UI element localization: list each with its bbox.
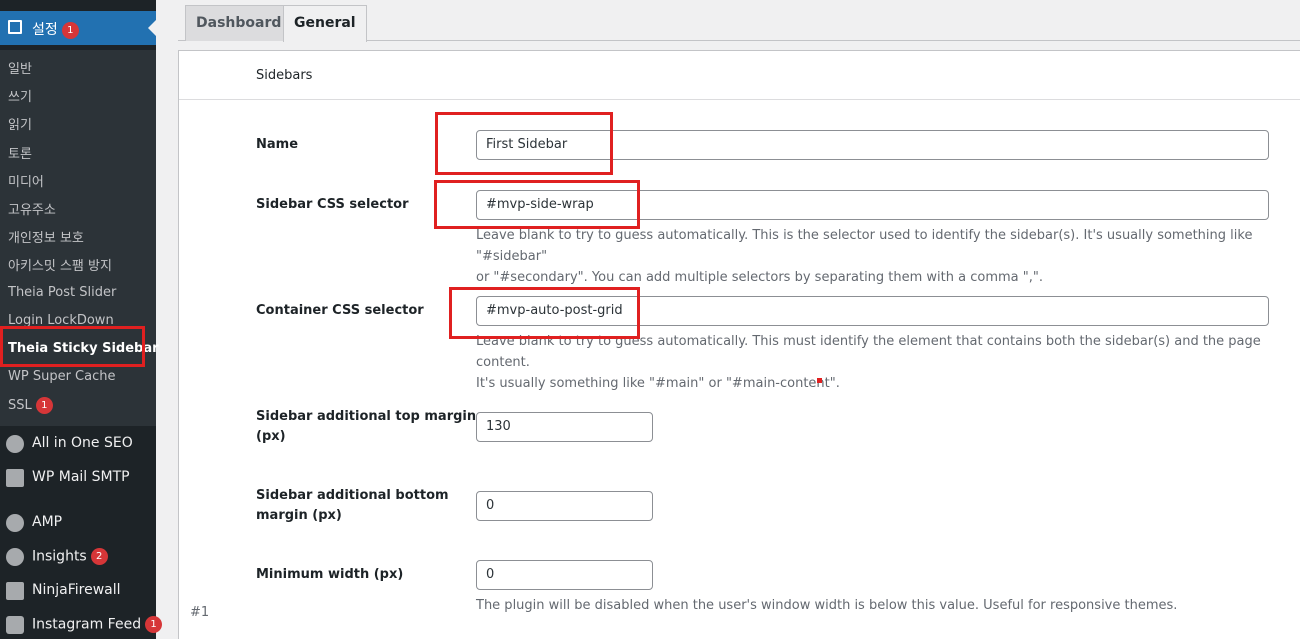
menu-all-in-one-seo-label: All in One SEO (32, 435, 133, 451)
annotation-box-sidebar-selector (434, 180, 640, 229)
mail-icon (6, 469, 24, 487)
settings-panel: Sidebars Name First Sidebar Sidebar CSS … (178, 50, 1300, 639)
submenu-item-media[interactable]: 미디어 (8, 171, 44, 190)
submenu-item-writing[interactable]: 쓰기 (8, 86, 32, 105)
ssl-badge: 1 (35, 397, 53, 414)
insights-icon (6, 548, 24, 566)
insights-badge: 2 (90, 548, 108, 565)
sidebar-selector-help-line-1: Leave blank to try to guess automaticall… (476, 228, 1253, 264)
tab-general[interactable]: General (283, 5, 367, 42)
submenu-item-general[interactable]: 일반 (8, 58, 32, 77)
container-selector-help: Leave blank to try to guess automaticall… (476, 331, 1276, 394)
sidebar-selector-help: Leave blank to try to guess automaticall… (476, 225, 1276, 288)
annotation-box-name (435, 112, 613, 175)
sidebar-selector-help-line-2: or "#secondary". You can add multiple se… (476, 270, 1043, 285)
top-margin-input[interactable]: 130 (476, 412, 653, 442)
min-width-label: Minimum width (px) (256, 567, 404, 582)
sidebar-selector-label: Sidebar CSS selector (256, 197, 409, 212)
name-label: Name (256, 137, 299, 152)
aioseo-icon (6, 435, 24, 453)
menu-settings-label: 설정 (32, 22, 58, 38)
container-selector-label: Container CSS selector (256, 303, 424, 318)
menu-amp-label: AMP (32, 514, 63, 530)
menu-settings[interactable]: 설정 1 (0, 11, 156, 45)
menu-instagram-feed[interactable]: Instagram Feed 1 (0, 609, 163, 639)
sidebar-index-note: #1 (190, 605, 210, 620)
menu-ninjafirewall[interactable]: NinjaFirewall (0, 575, 156, 607)
menu-ninjafirewall-label: NinjaFirewall (32, 582, 121, 598)
amp-icon (6, 514, 24, 532)
divider (179, 99, 1300, 100)
camera-icon (6, 616, 24, 634)
min-width-help: The plugin will be disabled when the use… (476, 598, 1178, 613)
submenu-item-reading[interactable]: 읽기 (8, 114, 32, 133)
menu-instagram-feed-label: Instagram Feed (32, 616, 142, 633)
min-width-input[interactable]: 0 (476, 560, 653, 590)
container-selector-help-line-2: It's usually something like "#main" or "… (476, 376, 840, 391)
menu-all-in-one-seo[interactable]: All in One SEO (0, 428, 156, 460)
top-margin-label: Sidebar additional top margin (px) (256, 407, 476, 447)
settings-icon (8, 20, 22, 34)
ninja-icon (6, 582, 24, 600)
instagram-badge: 1 (145, 616, 163, 633)
current-menu-arrow (148, 20, 156, 36)
top-margin-label-line-1: Sidebar additional top margin (256, 409, 477, 424)
section-title: Sidebars (256, 68, 313, 83)
submenu-item-akismet[interactable]: 아키스밋 스팸 방지 (8, 255, 112, 274)
settings-tabs: Dashboard General (178, 0, 1300, 42)
top-margin-label-line-2: (px) (256, 429, 286, 444)
tab-dashboard[interactable]: Dashboard (185, 5, 293, 41)
bottom-margin-input[interactable]: 0 (476, 491, 653, 521)
annotation-box-menu-item (0, 326, 145, 367)
bottom-margin-label-line-1: Sidebar additional bottom (256, 488, 449, 503)
bottom-margin-label: Sidebar additional bottom margin (px) (256, 486, 449, 526)
submenu-item-ssl[interactable]: SSL 1 (8, 397, 53, 414)
settings-update-badge: 1 (61, 21, 79, 39)
menu-wp-mail-smtp[interactable]: WP Mail SMTP (0, 462, 156, 494)
submenu-item-wp-super-cache[interactable]: WP Super Cache (8, 369, 115, 384)
admin-sidebar: 설정 1 일반 쓰기 읽기 토론 미디어 고유주소 개인정보 보호 아키스밋 스팸… (0, 0, 163, 639)
submenu-item-discussion[interactable]: 토론 (8, 143, 32, 162)
menu-amp[interactable]: AMP (0, 507, 156, 539)
menu-insights[interactable]: Insights 2 (0, 541, 156, 573)
submenu-item-theia-post-slider[interactable]: Theia Post Slider (8, 285, 116, 300)
annotation-box-container-selector (449, 287, 640, 339)
submenu-item-privacy[interactable]: 개인정보 보호 (8, 227, 84, 246)
bottom-margin-label-line-2: margin (px) (256, 508, 342, 523)
menu-insights-label: Insights (32, 548, 87, 565)
menu-wp-mail-smtp-label: WP Mail SMTP (32, 469, 130, 485)
submenu-item-ssl-label: SSL (8, 398, 32, 413)
annotation-dot (817, 378, 822, 383)
submenu-item-permalinks[interactable]: 고유주소 (8, 199, 56, 218)
